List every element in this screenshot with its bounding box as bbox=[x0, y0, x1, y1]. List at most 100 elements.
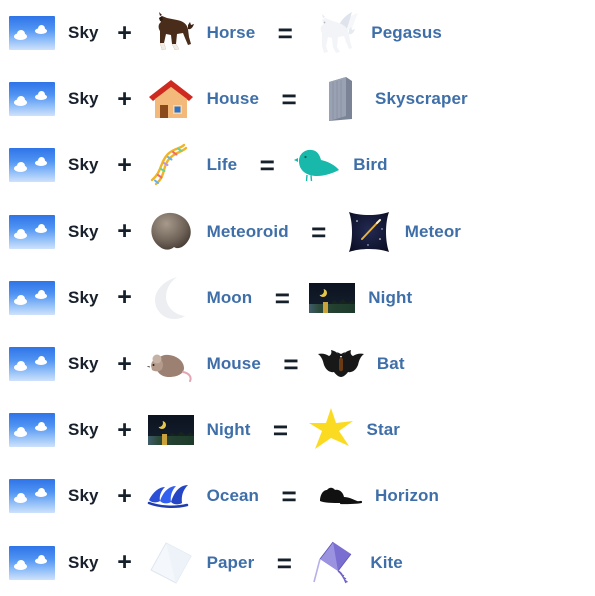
equals-operator: = bbox=[281, 481, 297, 512]
night-icon bbox=[147, 406, 195, 454]
meteoroid-icon bbox=[147, 208, 195, 256]
equals-operator: = bbox=[283, 349, 299, 380]
recipe-right-term[interactable]: Moon bbox=[147, 274, 257, 322]
kite-icon bbox=[310, 539, 358, 587]
recipe-result-label[interactable]: Pegasus bbox=[359, 23, 446, 43]
equals-operator: = bbox=[277, 18, 293, 49]
recipe-row: Sky + Horse = Pegasus bbox=[0, 0, 595, 66]
equals-operator: = bbox=[259, 150, 275, 181]
plus-operator: + bbox=[117, 283, 132, 312]
recipe-right-label[interactable]: Paper bbox=[195, 553, 259, 573]
plus-operator: + bbox=[117, 349, 132, 378]
recipe-result-term[interactable]: Skyscraper bbox=[315, 75, 472, 123]
recipe-left-label: Sky bbox=[68, 420, 99, 440]
recipe-right-label[interactable]: House bbox=[195, 89, 263, 109]
star-icon bbox=[307, 406, 355, 454]
sky-icon bbox=[8, 274, 56, 322]
recipe-left-term[interactable]: Sky bbox=[8, 472, 103, 520]
recipe-left-term[interactable]: Sky bbox=[8, 406, 103, 454]
recipe-result-term[interactable]: Night bbox=[308, 274, 416, 322]
dna-life-icon bbox=[147, 141, 195, 189]
paper-icon bbox=[147, 539, 195, 587]
recipe-left-term[interactable]: Sky bbox=[8, 274, 103, 322]
meteor-icon bbox=[345, 208, 393, 256]
recipe-result-label[interactable]: Bird bbox=[341, 155, 391, 175]
recipe-right-term[interactable]: Life bbox=[147, 141, 242, 189]
recipe-right-term[interactable]: Mouse bbox=[146, 340, 265, 388]
recipe-left-term[interactable]: Sky bbox=[8, 75, 103, 123]
recipe-result-label[interactable]: Kite bbox=[358, 553, 407, 573]
recipe-right-label[interactable]: Horse bbox=[195, 23, 260, 43]
recipe-result-label[interactable]: Horizon bbox=[363, 486, 443, 506]
recipe-result-label[interactable]: Meteor bbox=[393, 222, 465, 242]
recipe-result-label[interactable]: Star bbox=[355, 420, 404, 440]
recipe-right-label[interactable]: Life bbox=[195, 155, 242, 175]
recipe-left-term[interactable]: Sky bbox=[8, 340, 103, 388]
recipe-right-term[interactable]: Meteoroid bbox=[147, 208, 293, 256]
recipe-result-term[interactable]: Meteor bbox=[345, 208, 465, 256]
recipe-right-term[interactable]: Ocean bbox=[147, 472, 263, 520]
recipe-right-term[interactable]: Paper bbox=[147, 539, 259, 587]
sky-icon bbox=[8, 141, 56, 189]
bird-icon bbox=[293, 141, 341, 189]
recipe-right-label[interactable]: Mouse bbox=[195, 354, 265, 374]
recipe-right-label[interactable]: Meteoroid bbox=[195, 222, 293, 242]
house-icon bbox=[147, 75, 195, 123]
recipe-left-label: Sky bbox=[68, 155, 99, 175]
plus-operator: + bbox=[117, 481, 132, 510]
moon-icon bbox=[147, 274, 195, 322]
recipe-row: Sky + Ocean = Horizon bbox=[0, 463, 595, 529]
recipe-left-term[interactable]: Sky bbox=[8, 539, 103, 587]
recipe-right-term[interactable]: House bbox=[147, 75, 263, 123]
recipe-right-term[interactable]: Horse bbox=[147, 9, 260, 57]
ocean-icon bbox=[147, 472, 195, 520]
skyscraper-icon bbox=[315, 75, 363, 123]
recipe-row: Sky + Night = Star bbox=[0, 397, 595, 463]
sky-icon bbox=[8, 9, 56, 57]
recipe-left-term[interactable]: Sky bbox=[8, 141, 103, 189]
recipe-result-term[interactable]: Pegasus bbox=[311, 9, 446, 57]
recipe-row: Sky + Life = Bird bbox=[0, 132, 595, 198]
recipe-row: Sky + Meteoroid = Meteor bbox=[0, 199, 595, 265]
pegasus-icon bbox=[311, 9, 359, 57]
sky-icon bbox=[8, 472, 56, 520]
recipe-row: Sky + House = Skyscraper bbox=[0, 66, 595, 132]
recipe-result-term[interactable]: Horizon bbox=[315, 472, 443, 520]
sky-icon bbox=[8, 406, 56, 454]
equals-operator: = bbox=[274, 282, 290, 313]
recipe-result-term[interactable]: Bird bbox=[293, 141, 391, 189]
recipe-right-label[interactable]: Ocean bbox=[195, 486, 263, 506]
recipe-left-label: Sky bbox=[68, 354, 99, 374]
recipe-result-term[interactable]: Kite bbox=[310, 539, 407, 587]
recipe-right-label[interactable]: Night bbox=[195, 420, 255, 440]
plus-operator: + bbox=[117, 150, 132, 179]
recipe-right-label[interactable]: Moon bbox=[195, 288, 257, 308]
horse-icon bbox=[147, 9, 195, 57]
sky-icon bbox=[8, 340, 56, 388]
recipe-left-term[interactable]: Sky bbox=[8, 9, 103, 57]
recipe-row: Sky + Paper = Kite bbox=[0, 530, 595, 596]
recipe-result-label[interactable]: Bat bbox=[365, 354, 409, 374]
equals-operator: = bbox=[276, 547, 292, 578]
recipe-list: Sky + Horse = Pegasus Sky + House = Skyscraper Sky… bbox=[0, 0, 595, 596]
recipe-left-label: Sky bbox=[68, 287, 99, 307]
sky-icon bbox=[8, 208, 56, 256]
bat-icon bbox=[317, 340, 365, 388]
recipe-result-term[interactable]: Star bbox=[307, 406, 404, 454]
recipe-result-label[interactable]: Skyscraper bbox=[363, 89, 472, 109]
recipe-left-label: Sky bbox=[68, 89, 99, 109]
recipe-result-label[interactable]: Night bbox=[356, 288, 416, 308]
recipe-left-label: Sky bbox=[68, 486, 99, 506]
recipe-result-term[interactable]: Bat bbox=[317, 340, 409, 388]
night-icon bbox=[308, 274, 356, 322]
mouse-icon bbox=[146, 340, 195, 388]
plus-operator: + bbox=[117, 217, 132, 246]
sky-icon bbox=[8, 75, 56, 123]
recipe-row: Sky + Moon = Night bbox=[0, 265, 595, 331]
plus-operator: + bbox=[117, 415, 132, 444]
recipe-left-label: Sky bbox=[68, 221, 99, 241]
recipe-left-term[interactable]: Sky bbox=[8, 208, 103, 256]
sky-icon bbox=[8, 539, 56, 587]
equals-operator: = bbox=[272, 415, 289, 446]
recipe-right-term[interactable]: Night bbox=[147, 406, 255, 454]
